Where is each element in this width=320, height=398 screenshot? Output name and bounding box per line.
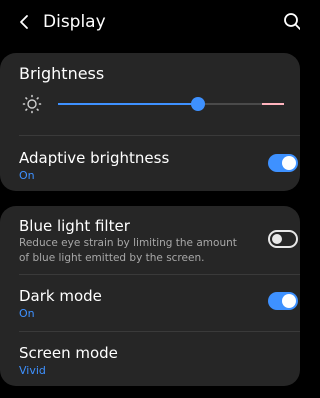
blue-light-filter-row[interactable]: Blue light filter Reduce eye strain by l… — [0, 206, 300, 274]
blue-light-filter-description: Reduce eye strain by limiting the amount… — [19, 237, 237, 264]
toggle-knob — [282, 156, 296, 170]
screen-mode-title: Screen mode — [19, 344, 118, 362]
slider-fill — [58, 103, 199, 105]
back-button[interactable] — [12, 10, 36, 34]
slider-thumb[interactable] — [191, 97, 206, 111]
dark-mode-toggle[interactable] — [268, 292, 298, 310]
page-title: Display — [43, 12, 106, 32]
dark-mode-title: Dark mode — [19, 287, 102, 305]
dark-mode-status: On — [19, 307, 35, 320]
screen-mode-value: Vivid — [19, 364, 46, 377]
blue-light-filter-title: Blue light filter — [19, 217, 130, 235]
brightness-card: Brightness Adaptive brightness On — [0, 53, 300, 191]
display-options-card: Blue light filter Reduce eye strain by l… — [0, 206, 300, 386]
adaptive-brightness-toggle[interactable] — [268, 154, 298, 172]
slider-limit-marker — [262, 103, 284, 105]
blue-light-filter-toggle[interactable] — [268, 230, 298, 248]
adaptive-brightness-row[interactable]: Adaptive brightness On — [0, 136, 300, 191]
dark-mode-row[interactable]: Dark mode On — [0, 275, 300, 331]
screen-mode-row[interactable]: Screen mode Vivid — [0, 332, 300, 386]
chevron-left-icon — [20, 15, 28, 29]
toggle-knob — [282, 294, 296, 308]
adaptive-brightness-status: On — [19, 169, 35, 182]
brightness-label: Brightness — [19, 64, 105, 83]
sun-icon — [22, 94, 42, 114]
adaptive-brightness-title: Adaptive brightness — [19, 149, 170, 167]
brightness-slider[interactable] — [58, 97, 284, 111]
app-header: Display — [0, 0, 301, 44]
search-icon — [284, 13, 301, 30]
toggle-knob — [272, 234, 282, 244]
search-button[interactable] — [278, 10, 301, 34]
